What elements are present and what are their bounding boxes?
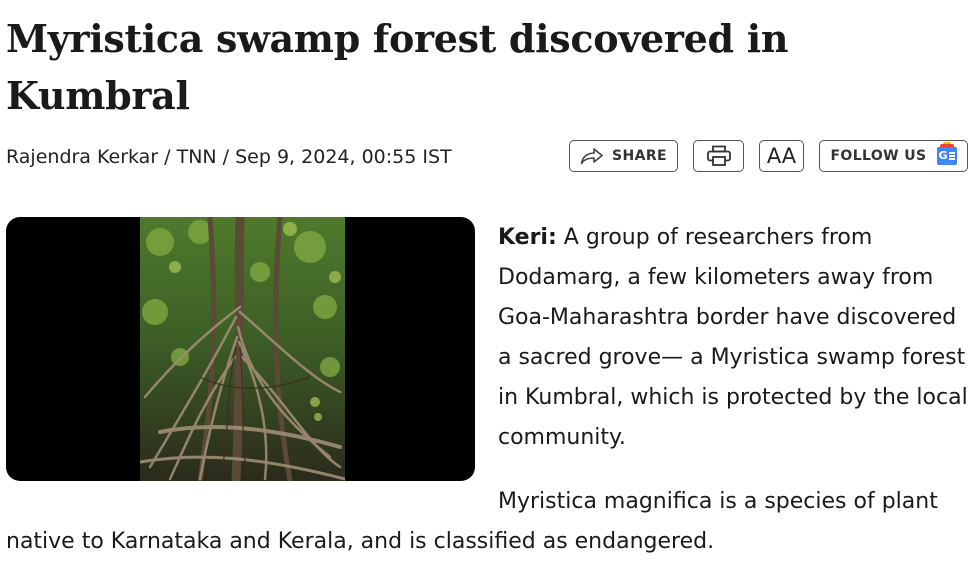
article-image: [6, 217, 475, 481]
share-button[interactable]: SHARE: [569, 140, 678, 172]
font-size-label: AA: [766, 144, 797, 168]
paragraph-2-line-1: Myristica magnifica is a species of plan…: [498, 489, 938, 514]
share-arrow-icon: [580, 147, 604, 165]
lead-paragraph: Keri: A group of researchers from Dodama…: [498, 218, 968, 458]
lead-text: A group of researchers from Dodamarg, a …: [498, 225, 968, 450]
article-title: Myristica swamp forest discovered in Kum…: [6, 16, 789, 118]
article-byline: Rajendra Kerkar / TNN / Sep 9, 2024, 00:…: [6, 146, 452, 168]
paragraph-2-line-2: native to Karnataka and Kerala, and is c…: [6, 529, 715, 554]
google-news-icon: G: [936, 142, 957, 165]
printer-icon: [706, 145, 732, 167]
dateline: Keri:: [498, 225, 557, 250]
share-label: SHARE: [612, 148, 667, 164]
forest-photo-illustration: [140, 217, 345, 481]
follow-us-button[interactable]: FOLLOW US G: [819, 140, 968, 172]
print-button[interactable]: [693, 140, 744, 172]
font-size-button[interactable]: AA: [759, 140, 804, 172]
follow-us-label: FOLLOW US: [830, 148, 927, 164]
